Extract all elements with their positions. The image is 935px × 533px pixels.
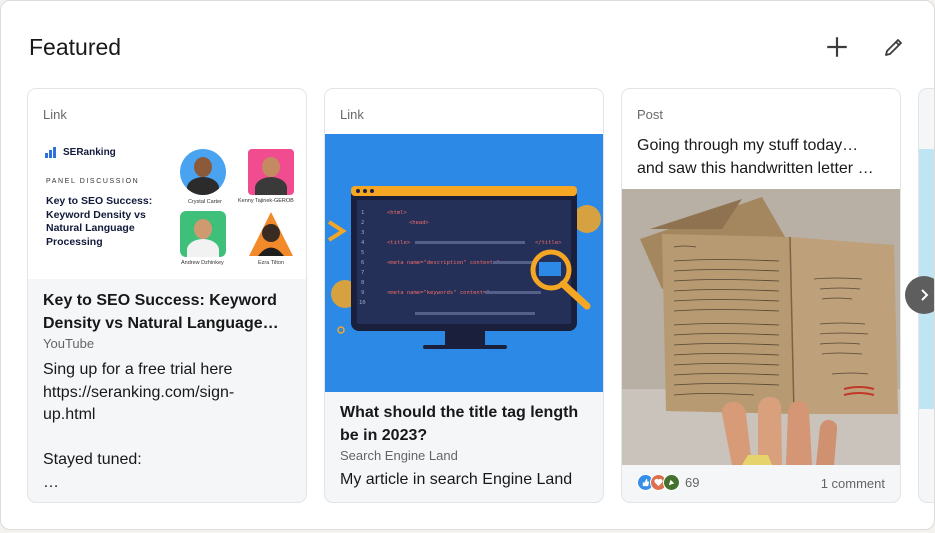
description-line: [43, 427, 295, 450]
card-description: My article in search Engine Land: [340, 471, 573, 488]
brand-logo: SERanking: [45, 147, 116, 158]
card-thumbnail: 1234 5678 9 10 <html> <head> <title> </ti…: [325, 134, 603, 392]
svg-text:10: 10: [359, 300, 366, 306]
description-line: up.html: [43, 406, 96, 423]
card-header: [28, 89, 306, 134]
svg-text:8: 8: [361, 280, 364, 286]
speaker-name: Andrew Dzhinkey: [181, 260, 224, 266]
card-type-label: Post: [637, 107, 664, 122]
svg-text:5: 5: [361, 250, 364, 256]
card-type-label: Link: [43, 107, 67, 122]
code-line: <meta name="keywords" content=": [387, 290, 490, 296]
featured-card-link-1[interactable]: Link SERanking PANEL DISCUSSION Key to S…: [27, 88, 307, 503]
card-source: YouTube: [43, 336, 95, 351]
card-header: [325, 89, 603, 134]
featured-section: Featured Link SERanking PANEL DISCUSSION…: [0, 0, 935, 530]
svg-text:6: 6: [361, 260, 364, 266]
speaker-photo: [180, 211, 226, 257]
svg-text:7: 7: [361, 270, 364, 276]
svg-text:2: 2: [361, 220, 364, 226]
card-description: Sing up for a free trial here https://se…: [43, 359, 295, 494]
speaker-name: Crystal Carter: [188, 199, 222, 205]
description-line: Sing up for a free trial here: [43, 361, 233, 378]
code-line: </title>: [535, 240, 562, 246]
svg-text:9: 9: [361, 290, 364, 296]
featured-card-link-2[interactable]: Link 1234 5678 9 10 <html> <head> <title…: [324, 88, 604, 503]
comments-link[interactable]: 1 comment: [821, 476, 885, 491]
speaker-name: Ezra Tilton: [258, 260, 284, 266]
reaction-count: 69: [685, 475, 700, 490]
carousel-next-button[interactable]: [905, 276, 934, 314]
section-title: Featured: [29, 34, 122, 60]
speaker-photo: [180, 149, 226, 195]
description-line: Stayed tuned:: [43, 451, 142, 468]
add-featured-button[interactable]: [821, 31, 853, 63]
card-title: What should the title tag length be in 2…: [340, 404, 579, 444]
card-source: Search Engine Land: [340, 448, 458, 463]
chevron-right-icon: [921, 289, 929, 301]
post-text: Going through my stuff today… and saw th…: [637, 137, 874, 177]
description-line: …: [43, 473, 59, 491]
speaker-photo: [248, 211, 294, 257]
code-line: <title>: [387, 240, 411, 246]
code-line: <head>: [409, 220, 430, 226]
svg-text:3: 3: [361, 230, 364, 236]
card-content: Key to SEO Success: Keyword Density vs N…: [43, 289, 295, 494]
card-type-label: Link: [340, 107, 364, 122]
handwritten-letter-photo: [622, 189, 900, 465]
code-line: <meta name="description" content=": [387, 260, 500, 266]
brand-name: SERanking: [63, 147, 116, 158]
code-monitor-illustration: 1234 5678 910 <html> <head> <title> </ti…: [325, 134, 603, 392]
description-line: https://seranking.com/sign-: [43, 383, 235, 401]
featured-card-post[interactable]: Post Going through my stuff today… and s…: [621, 88, 901, 503]
plus-icon: [827, 37, 847, 57]
svg-text:1: 1: [361, 210, 364, 216]
card-content: What should the title tag length be in 2…: [340, 401, 592, 492]
speaker-photo: [248, 149, 294, 195]
bar-chart-icon: [45, 147, 59, 158]
edit-featured-button[interactable]: [878, 31, 910, 63]
post-image: [622, 189, 900, 465]
reactions-summary[interactable]: 69: [637, 474, 699, 491]
thumb-eyebrow: PANEL DISCUSSION: [46, 178, 140, 185]
card-title: Key to SEO Success: Keyword Density vs N…: [43, 292, 279, 332]
code-line: <html>: [387, 210, 408, 216]
card-thumbnail: SERanking PANEL DISCUSSION Key to SEO Su…: [28, 134, 306, 279]
celebrate-icon: [663, 474, 680, 491]
thumb-headline: Key to SEO Success: Keyword Density vs N…: [46, 195, 153, 248]
pencil-icon: [885, 39, 902, 56]
speaker-name: Kenny Tajinek-GEROB: [238, 198, 294, 204]
